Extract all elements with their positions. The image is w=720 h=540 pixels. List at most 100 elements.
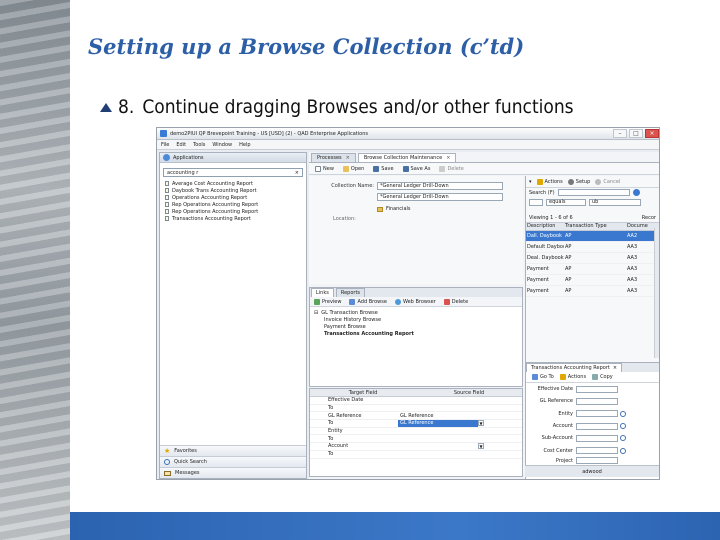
nav-item-rep-operations-2[interactable]: Rep Operations Accounting Report xyxy=(160,208,306,215)
open-button[interactable]: Open xyxy=(342,165,364,172)
new-button[interactable]: New xyxy=(315,165,334,172)
source-field[interactable] xyxy=(398,428,478,435)
actions-button[interactable]: Actions xyxy=(536,178,563,185)
document-column-header[interactable]: Docume xyxy=(626,223,656,230)
tab-browse-collection-maintenance[interactable]: Browse Collection Maintenance × xyxy=(357,153,457,162)
description-input[interactable]: *General Ledger Drill-Down xyxy=(377,193,503,201)
nav-item-daybook[interactable]: Daybook Trans Accounting Report xyxy=(160,187,306,194)
messages-section[interactable]: Messages xyxy=(160,467,306,478)
source-field[interactable] xyxy=(398,451,478,458)
source-field[interactable] xyxy=(398,443,478,450)
search-icon[interactable] xyxy=(632,189,640,196)
close-tab-icon[interactable]: × xyxy=(346,155,350,161)
lookup-icon[interactable] xyxy=(620,435,626,442)
lookup-icon[interactable] xyxy=(620,410,626,417)
sub-account-input[interactable] xyxy=(576,434,618,442)
cost-center-input[interactable] xyxy=(576,447,618,455)
gl-reference-input[interactable] xyxy=(576,397,618,405)
location-value[interactable]: Financials xyxy=(386,206,411,212)
effective-date-input[interactable] xyxy=(576,385,618,393)
menu-file[interactable]: File xyxy=(161,142,169,148)
table-row[interactable]: Payment AP AA3 xyxy=(526,275,659,286)
source-field-header[interactable]: Source Field xyxy=(416,389,522,396)
source-field[interactable] xyxy=(398,405,478,412)
mapping-row[interactable]: Entity xyxy=(310,428,522,436)
links-delete-button[interactable]: Delete xyxy=(443,298,468,305)
lookup-icon[interactable] xyxy=(620,447,626,454)
delete-button[interactable]: Delete xyxy=(439,165,464,172)
account-input[interactable] xyxy=(576,422,618,430)
source-field[interactable] xyxy=(398,397,478,404)
quick-search-label: Quick Search xyxy=(174,459,207,465)
copy-button[interactable]: Copy xyxy=(592,374,613,380)
table-row[interactable]: Deal. Daybook AP AA3 xyxy=(526,253,659,264)
menu-window[interactable]: Window xyxy=(212,142,232,148)
mapping-row[interactable]: To GL Reference ▼ xyxy=(310,419,522,428)
tab-transactions-accounting-report[interactable]: Transactions Accounting Report × xyxy=(526,363,623,372)
mapping-row[interactable]: To xyxy=(310,435,522,444)
table-row[interactable]: Payment AP AA3 xyxy=(526,286,659,297)
table-row[interactable]: Payment AP AA3 xyxy=(526,264,659,275)
minimize-button[interactable]: – xyxy=(613,129,627,138)
close-tab-icon[interactable]: × xyxy=(446,155,450,161)
cancel-button[interactable]: Cancel xyxy=(595,178,620,185)
favorites-section[interactable]: ★ Favorites xyxy=(160,445,306,456)
maximize-button[interactable]: □ xyxy=(629,129,643,138)
tree-node-invoice-history-browse[interactable]: Invoice History Browse xyxy=(314,316,518,323)
entity-input[interactable] xyxy=(576,410,618,418)
collection-name-input[interactable]: *General Ledger Drill-Down xyxy=(377,182,503,190)
menu-tools[interactable]: Tools xyxy=(193,142,205,148)
tab-processes[interactable]: Processes × xyxy=(311,153,356,162)
save-as-button[interactable]: Save As xyxy=(402,165,430,172)
tree-node-payment-browse[interactable]: Payment Browse xyxy=(314,323,518,330)
save-button[interactable]: Save xyxy=(373,165,394,172)
mapping-row[interactable]: Account ▼ xyxy=(310,443,522,451)
transaction-type-column-header[interactable]: Transaction Type xyxy=(564,223,626,230)
lookup-icon[interactable] xyxy=(620,423,626,430)
menu-edit[interactable]: Edit xyxy=(176,142,186,148)
filter-field-select[interactable] xyxy=(529,198,543,206)
dropdown-arrow-icon[interactable]: ▼ xyxy=(478,443,484,450)
go-to-button[interactable]: Go To xyxy=(532,374,554,380)
dropdown-arrow-icon[interactable]: ▼ xyxy=(478,420,484,427)
source-field[interactable] xyxy=(398,435,478,442)
collapse-icon[interactable]: ⊟ xyxy=(314,310,318,316)
description-column-header[interactable]: Description xyxy=(526,223,564,230)
mapping-row[interactable]: To xyxy=(310,451,522,459)
preview-button[interactable]: Preview xyxy=(314,298,341,305)
web-browser-button[interactable]: Web Browser xyxy=(394,298,436,305)
tree-node-gl-transaction-browse[interactable]: ⊟ GL Transaction Browse xyxy=(314,309,518,316)
filter-value-input[interactable]: ub xyxy=(589,198,641,206)
browse-menu-button[interactable]: ▾ xyxy=(529,179,532,185)
tab-reports[interactable]: Reports xyxy=(335,288,366,297)
nav-item-average-cost[interactable]: Average Cost Accounting Report xyxy=(160,180,306,187)
close-window-button[interactable]: × xyxy=(645,129,659,138)
nav-item-transactions[interactable]: Transactions Accounting Report xyxy=(160,215,306,222)
search-input[interactable] xyxy=(557,189,630,196)
close-tab-icon[interactable]: × xyxy=(613,365,617,371)
nav-item-operations[interactable]: Operations Accounting Report xyxy=(160,194,306,201)
mapping-row[interactable]: To xyxy=(310,405,522,413)
clear-search-icon[interactable]: × xyxy=(295,170,299,176)
project-input[interactable] xyxy=(576,457,618,465)
grid-scrollbar[interactable] xyxy=(654,228,659,358)
table-row[interactable]: Default DaybookAP AA3 xyxy=(526,242,659,253)
filter-operator-select[interactable]: equals xyxy=(546,198,586,206)
setup-button[interactable]: Setup xyxy=(567,178,590,185)
source-field[interactable]: GL Reference xyxy=(398,412,478,419)
source-field-selected[interactable]: GL Reference xyxy=(398,419,478,427)
tab-links[interactable]: Links xyxy=(311,288,334,297)
table-row[interactable]: Dall. Daybook AP AA2 xyxy=(526,231,659,242)
target-field-header[interactable]: Target Field xyxy=(310,389,416,396)
quick-search-section[interactable]: Quick Search xyxy=(160,456,306,467)
report-actions-button[interactable]: Actions xyxy=(559,374,586,380)
mapping-row[interactable]: Effective Date xyxy=(310,397,522,405)
mapping-row[interactable]: GL Reference GL Reference xyxy=(310,412,522,421)
menu-search-field[interactable]: accounting r × xyxy=(163,168,303,177)
applications-header[interactable]: Applications xyxy=(160,153,306,163)
add-browse-button[interactable]: Add Browse xyxy=(349,298,387,305)
nav-item-label: Rep Operations Accounting Report xyxy=(172,201,259,208)
menu-help[interactable]: Help xyxy=(239,142,250,148)
tree-node-transactions-accounting-report[interactable]: Transactions Accounting Report xyxy=(314,330,518,337)
nav-item-rep-operations[interactable]: Rep Operations Accounting Report xyxy=(160,201,306,208)
